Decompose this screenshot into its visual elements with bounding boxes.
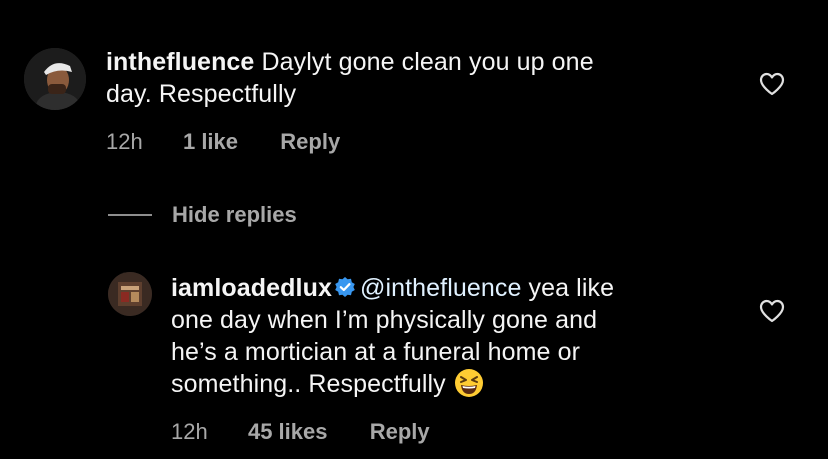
avatar[interactable] xyxy=(24,48,86,110)
hide-replies-label: Hide replies xyxy=(172,202,297,227)
reply-button[interactable]: Reply xyxy=(280,129,340,154)
username[interactable]: inthefluence xyxy=(106,48,254,76)
comment-text-line: yea like xyxy=(528,274,615,302)
reply-button[interactable]: Reply xyxy=(370,419,430,444)
album-cover-avatar-icon xyxy=(108,272,152,316)
divider-line xyxy=(108,214,152,216)
comment-meta: 12h 45 likes Reply xyxy=(171,419,430,445)
likes-count[interactable]: 1 like xyxy=(183,129,238,154)
username[interactable]: iamloadedlux xyxy=(171,274,332,302)
comment-text-line: day. Respectfully xyxy=(106,80,297,108)
timestamp: 12h xyxy=(106,129,143,154)
heart-outline-icon[interactable] xyxy=(759,72,785,96)
verified-badge-icon xyxy=(335,277,355,297)
mention-link[interactable]: @inthefluence xyxy=(360,274,522,302)
comment-text: inthefluence Daylyt gone clean you up on… xyxy=(106,46,726,110)
cropped-top-element xyxy=(338,0,388,4)
comment-text-line: something.. Respectfully xyxy=(171,370,446,398)
comment-text-line: one day when I’m physically gone and xyxy=(171,306,598,334)
comment-meta: 12h 1 like Reply xyxy=(106,129,340,155)
likes-count[interactable]: 45 likes xyxy=(248,419,328,444)
hide-replies-button[interactable]: Hide replies xyxy=(108,200,297,230)
timestamp: 12h xyxy=(171,419,208,444)
comment-text: iamloadedlux @inthefluence yea like one … xyxy=(171,272,731,400)
comment-text-line: he’s a mortician at a funeral home or xyxy=(171,338,581,366)
heart-outline-icon[interactable] xyxy=(759,299,785,323)
avatar[interactable] xyxy=(108,272,152,316)
grinning-squinting-face-emoji-icon xyxy=(454,369,483,397)
comment-text-line: Daylyt gone clean you up one xyxy=(261,48,594,76)
user-avatar-photo-icon xyxy=(24,48,86,110)
